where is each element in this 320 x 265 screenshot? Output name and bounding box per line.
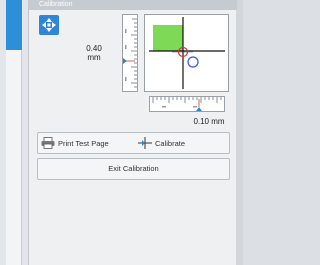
calibrate-label: Calibrate [155,138,186,148]
print-test-page-button[interactable]: Print Test Page [41,133,131,153]
horizontal-ruler [149,96,225,112]
move-arrows-icon [42,18,56,32]
panel-title: Calibration [29,0,237,10]
sidebar-active-tab[interactable] [6,0,22,50]
right-scroll-area [236,0,243,265]
crosshair-icon [138,137,152,149]
target-graphic [149,17,225,89]
vertical-ruler [122,14,138,92]
sidebar-column [6,50,22,265]
blue-marker [187,56,199,68]
offset-y-unit: mm [87,53,101,62]
horizontal-ruler-ticks [152,97,222,111]
offset-x-readout: 0.10 mm [193,117,225,126]
action-row: Print Test Page Calibrate [37,132,230,154]
calibration-target[interactable] [144,14,229,92]
move-arrows-button[interactable] [39,15,59,35]
left-sidebar [0,0,28,265]
calibrate-button[interactable]: Calibrate [138,133,226,153]
calibration-panel: Calibration 0.40 mm 0.10 mm Print Test P… [28,0,237,265]
exit-calibration-button[interactable]: Exit Calibration [37,158,230,180]
print-test-page-label: Print Test Page [58,138,109,148]
vertical-ruler-ticks [123,18,137,88]
offset-y-value: 0.40 [86,44,102,53]
offset-y-readout: 0.40 mm [69,44,119,62]
printer-icon [41,137,55,149]
target-square [153,25,183,51]
